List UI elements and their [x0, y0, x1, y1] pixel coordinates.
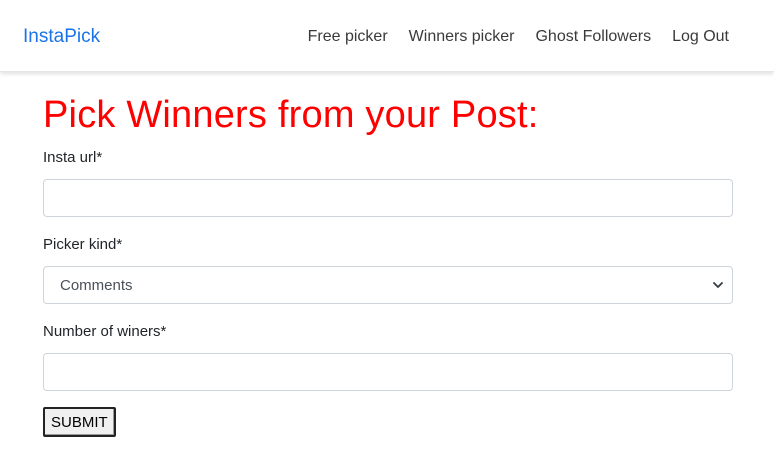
page-title: Pick Winners from your Post: — [43, 94, 539, 136]
picker-kind-label: Picker kind* — [43, 236, 123, 253]
nav-link-winners-picker[interactable]: Winners picker — [409, 26, 515, 48]
picker-kind-select[interactable]: Comments — [43, 266, 733, 304]
insta-url-input[interactable] — [43, 179, 733, 217]
submit-button[interactable]: SUBMIT — [43, 407, 116, 437]
picker-kind-selected-value: Comments — [60, 277, 133, 294]
nav-links: Free picker Winners picker Ghost Followe… — [308, 26, 729, 48]
number-of-winners-label: Number of winers* — [43, 323, 167, 340]
nav-link-log-out[interactable]: Log Out — [672, 26, 729, 48]
navbar: InstaPick Free picker Winners picker Gho… — [0, 0, 774, 72]
nav-link-ghost-followers[interactable]: Ghost Followers — [535, 26, 651, 48]
number-of-winners-input[interactable] — [43, 353, 733, 391]
picker-form: Pick Winners from your Post: Insta url* … — [43, 92, 733, 437]
insta-url-label: Insta url* — [43, 149, 103, 166]
chevron-down-icon — [713, 282, 723, 288]
nav-link-free-picker[interactable]: Free picker — [308, 26, 388, 48]
brand-logo-link[interactable]: InstaPick — [23, 25, 100, 49]
